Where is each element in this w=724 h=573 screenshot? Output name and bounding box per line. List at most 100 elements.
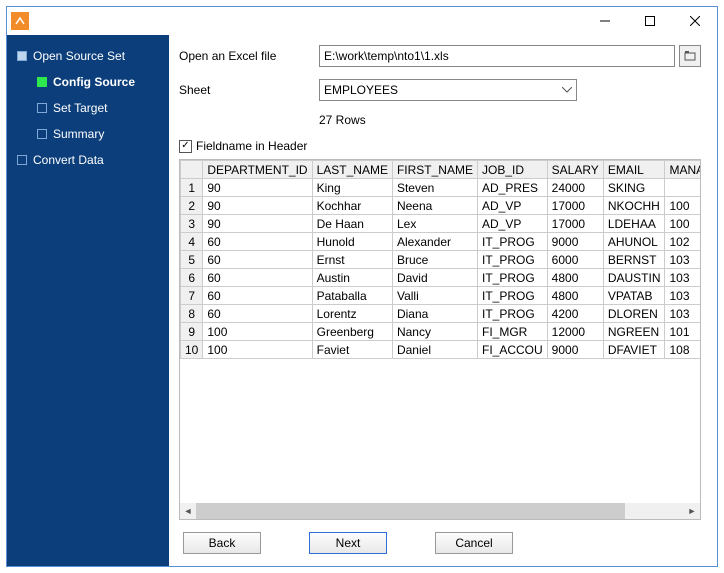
table-row[interactable]: 9100GreenbergNancyFI_MGR12000NGREEN101	[181, 323, 701, 341]
cell[interactable]: DFAVIET	[603, 341, 665, 359]
row-header[interactable]: 3	[181, 215, 203, 233]
cell[interactable]: IT_PROG	[477, 305, 547, 323]
cell[interactable]: 60	[203, 251, 312, 269]
cell[interactable]: IT_PROG	[477, 233, 547, 251]
row-header[interactable]: 4	[181, 233, 203, 251]
sheet-select[interactable]: EMPLOYEES	[319, 79, 577, 101]
table-row[interactable]: 560ErnstBruceIT_PROG6000BERNST103	[181, 251, 701, 269]
cell[interactable]: 4800	[547, 287, 603, 305]
cell[interactable]: 17000	[547, 197, 603, 215]
cell[interactable]: 108	[665, 341, 700, 359]
scroll-right-icon[interactable]: ►	[684, 503, 700, 519]
close-button[interactable]	[672, 7, 717, 35]
cell[interactable]: Diana	[392, 305, 477, 323]
cell[interactable]: Ernst	[312, 251, 392, 269]
cell[interactable]: 9000	[547, 341, 603, 359]
cell[interactable]: SKING	[603, 179, 665, 197]
cell[interactable]: 100	[665, 197, 700, 215]
column-header[interactable]: FIRST_NAME	[392, 161, 477, 179]
cell[interactable]: LDEHAA	[603, 215, 665, 233]
maximize-button[interactable]	[627, 7, 672, 35]
cell[interactable]: 101	[665, 323, 700, 341]
column-header[interactable]: DEPARTMENT_ID	[203, 161, 312, 179]
cell[interactable]: 90	[203, 215, 312, 233]
sidebar-item-convert-data[interactable]: Convert Data	[7, 147, 169, 173]
cell[interactable]: BERNST	[603, 251, 665, 269]
cell[interactable]: 100	[665, 215, 700, 233]
scroll-left-icon[interactable]: ◄	[180, 503, 196, 519]
cell[interactable]: 103	[665, 287, 700, 305]
cell[interactable]: 9000	[547, 233, 603, 251]
table-row[interactable]: 290KochharNeenaAD_VP17000NKOCHH100	[181, 197, 701, 215]
cell[interactable]: Daniel	[392, 341, 477, 359]
browse-button[interactable]	[679, 45, 701, 67]
row-header[interactable]: 5	[181, 251, 203, 269]
cell[interactable]: 60	[203, 269, 312, 287]
cell[interactable]: IT_PROG	[477, 251, 547, 269]
cell[interactable]: David	[392, 269, 477, 287]
table-row[interactable]: 190KingStevenAD_PRES24000SKING	[181, 179, 701, 197]
scrollbar-thumb[interactable]	[196, 503, 625, 519]
back-button[interactable]: Back	[183, 532, 261, 554]
sidebar-item-open-source-set[interactable]: Open Source Set	[7, 43, 169, 69]
row-header[interactable]: 8	[181, 305, 203, 323]
cell[interactable]: Kochhar	[312, 197, 392, 215]
row-header[interactable]: 9	[181, 323, 203, 341]
cell[interactable]: 90	[203, 179, 312, 197]
horizontal-scrollbar[interactable]: ◄ ►	[180, 503, 700, 519]
table-row[interactable]: 460HunoldAlexanderIT_PROG9000AHUNOL102	[181, 233, 701, 251]
cell[interactable]: Lex	[392, 215, 477, 233]
cell[interactable]: Steven	[392, 179, 477, 197]
column-header[interactable]: EMAIL	[603, 161, 665, 179]
cell[interactable]: 60	[203, 233, 312, 251]
minimize-button[interactable]	[582, 7, 627, 35]
table-row[interactable]: 860LorentzDianaIT_PROG4200DLOREN103	[181, 305, 701, 323]
cell[interactable]: 24000	[547, 179, 603, 197]
column-header[interactable]: SALARY	[547, 161, 603, 179]
cell[interactable]: 60	[203, 287, 312, 305]
row-header[interactable]: 10	[181, 341, 203, 359]
cell[interactable]: King	[312, 179, 392, 197]
column-header[interactable]: JOB_ID	[477, 161, 547, 179]
cell[interactable]: 102	[665, 233, 700, 251]
cell[interactable]: Lorentz	[312, 305, 392, 323]
file-path-input[interactable]	[319, 45, 675, 67]
cell[interactable]: 4200	[547, 305, 603, 323]
table-row[interactable]: 660AustinDavidIT_PROG4800DAUSTIN103	[181, 269, 701, 287]
next-button[interactable]: Next	[309, 532, 387, 554]
cell[interactable]: 100	[203, 323, 312, 341]
row-header[interactable]: 2	[181, 197, 203, 215]
cell[interactable]: 103	[665, 269, 700, 287]
cell[interactable]: 103	[665, 305, 700, 323]
cell[interactable]: NGREEN	[603, 323, 665, 341]
cell[interactable]: 90	[203, 197, 312, 215]
cell[interactable]: Valli	[392, 287, 477, 305]
cell[interactable]: Alexander	[392, 233, 477, 251]
sidebar-item-set-target[interactable]: Set Target	[7, 95, 169, 121]
table-row[interactable]: 760PataballaValliIT_PROG4800VPATAB103	[181, 287, 701, 305]
cell[interactable]	[665, 179, 700, 197]
cell[interactable]: Nancy	[392, 323, 477, 341]
cell[interactable]: 60	[203, 305, 312, 323]
table-row[interactable]: 10100FavietDanielFI_ACCOU9000DFAVIET108	[181, 341, 701, 359]
preview-grid[interactable]: DEPARTMENT_IDLAST_NAMEFIRST_NAMEJOB_IDSA…	[179, 159, 701, 520]
cell[interactable]: Bruce	[392, 251, 477, 269]
cell[interactable]: Greenberg	[312, 323, 392, 341]
row-header[interactable]: 6	[181, 269, 203, 287]
cell[interactable]: 100	[203, 341, 312, 359]
cell[interactable]: 17000	[547, 215, 603, 233]
cell[interactable]: 12000	[547, 323, 603, 341]
cell[interactable]: De Haan	[312, 215, 392, 233]
cell[interactable]: FI_MGR	[477, 323, 547, 341]
cell[interactable]: Neena	[392, 197, 477, 215]
row-header[interactable]: 7	[181, 287, 203, 305]
cell[interactable]: AHUNOL	[603, 233, 665, 251]
cell[interactable]: 4800	[547, 269, 603, 287]
cell[interactable]: NKOCHH	[603, 197, 665, 215]
cell[interactable]: IT_PROG	[477, 269, 547, 287]
sidebar-item-config-source[interactable]: Config Source	[7, 69, 169, 95]
fieldname-checkbox[interactable]: ✓ Fieldname in Header	[179, 139, 701, 153]
cell[interactable]: VPATAB	[603, 287, 665, 305]
cell[interactable]: AD_VP	[477, 215, 547, 233]
cell[interactable]: DAUSTIN	[603, 269, 665, 287]
